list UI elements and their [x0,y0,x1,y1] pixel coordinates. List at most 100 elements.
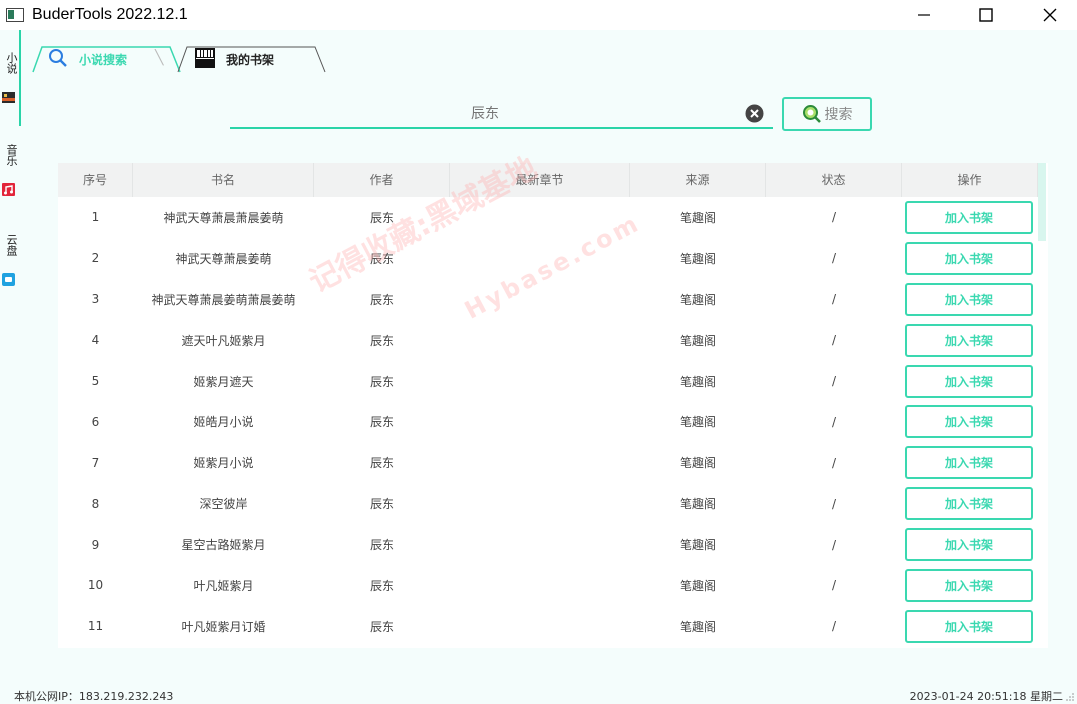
cell-source: 笔趣阁 [679,333,716,348]
add-to-bookshelf-button[interactable]: 加入书架 [905,568,1033,602]
cell-index: 2 [91,251,100,266]
table-header: 序号 书名 作者 最新章节 来源 状态 操作 [58,163,1038,197]
cell-status: / [831,496,837,511]
novel-icon [2,92,15,103]
sidebar-item-music[interactable]: 音乐 [0,144,22,204]
cell-index: 6 [91,414,100,429]
datetime-label: 2023-01-24 20:51:18 星期二 [909,690,1063,703]
search-button[interactable]: 搜索 [782,97,872,131]
column-header-latest[interactable]: 最新章节 [450,163,630,197]
cell-action: 加入书架 [902,568,1038,602]
cell-source: 笔趣阁 [679,210,716,225]
cell-source: 笔趣阁 [679,292,716,307]
close-icon [1043,8,1057,22]
column-header-action[interactable]: 操作 [902,163,1038,197]
cell-action: 加入书架 [902,200,1038,234]
cell-title: 叶凡姬紫月订婚 [181,619,266,634]
tab-close-icon[interactable]: ╲ [155,50,163,66]
table-body: 1 神武天尊萧晨萧晨姜萌 辰东 笔趣阁 / 加入书架 2 神武天尊萧晨姜萌 辰东 笔趣阁 / 加入书架… [58,197,1038,647]
add-to-bookshelf-button[interactable]: 加入书架 [905,609,1033,643]
clear-search-icon[interactable] [745,104,764,123]
cell-status: / [831,455,837,470]
cell-author: 辰东 [369,251,394,266]
add-to-bookshelf-button[interactable]: 加入书架 [905,446,1033,480]
side-navigation: 小说 音乐 云盘 [0,30,22,330]
tab-novel-search[interactable]: 小说搜索 ╲ [30,44,180,74]
cell-action: 加入书架 [902,528,1038,562]
cell-source: 笔趣阁 [679,374,716,389]
scrollbar[interactable] [1038,163,1046,241]
add-to-bookshelf-button[interactable]: 加入书架 [905,364,1033,398]
maximize-button[interactable] [963,0,1009,30]
table-row[interactable]: 1 神武天尊萧晨萧晨姜萌 辰东 笔趣阁 / 加入书架 [58,197,1038,238]
table-row[interactable]: 6 姬皓月小说 辰东 笔趣阁 / 加入书架 [58,401,1038,442]
cell-status: / [831,537,837,552]
title-bar: BuderTools 2022.12.1 [0,0,1077,30]
cell-author: 辰东 [369,210,394,225]
resize-grip-icon[interactable] [1065,692,1075,702]
cell-status: / [831,333,837,348]
cell-index: 10 [87,578,104,593]
column-header-status[interactable]: 状态 [766,163,902,197]
tab-bar: 小说搜索 ╲ 我的书架 [30,44,330,74]
tab-my-bookshelf[interactable]: 我的书架 [180,44,330,74]
results-table: 序号 书名 作者 最新章节 来源 状态 操作 1 神武天尊萧晨萧晨姜萌 辰东 笔趣阁 / 加入书架 2 神… [58,163,1048,648]
add-to-bookshelf-button[interactable]: 加入书架 [905,282,1033,316]
column-header-index[interactable]: 序号 [58,163,133,197]
add-to-bookshelf-button[interactable]: 加入书架 [905,405,1033,439]
cell-index: 3 [91,292,100,307]
window-title: BuderTools 2022.12.1 [32,6,188,23]
column-header-title[interactable]: 书名 [133,163,314,197]
table-row[interactable]: 5 姬紫月遮天 辰东 笔趣阁 / 加入书架 [58,361,1038,402]
table-row[interactable]: 10 叶凡姬紫月 辰东 笔趣阁 / 加入书架 [58,565,1038,606]
add-to-bookshelf-button[interactable]: 加入书架 [905,241,1033,275]
cell-title: 姬皓月小说 [193,415,254,430]
cell-title: 姬紫月遮天 [193,374,254,389]
cell-action: 加入书架 [902,609,1038,643]
minimize-icon [918,14,930,16]
search-input[interactable] [230,100,740,126]
cell-title: 星空古路姬紫月 [181,538,266,553]
cell-title: 遮天叶凡姬紫月 [181,333,266,348]
add-to-bookshelf-button[interactable]: 加入书架 [905,487,1033,521]
public-ip-label: 本机公网IP：183.219.232.243 [14,690,174,703]
table-row[interactable]: 4 遮天叶凡姬紫月 辰东 笔趣阁 / 加入书架 [58,320,1038,361]
cell-source: 笔趣阁 [679,497,716,512]
sidebar-item-novel[interactable]: 小说 [0,52,22,112]
cell-author: 辰东 [369,292,394,307]
add-to-bookshelf-button[interactable]: 加入书架 [905,528,1033,562]
cell-status: / [831,374,837,388]
cell-source: 笔趣阁 [679,578,716,593]
minimize-button[interactable] [901,0,947,30]
table-row[interactable]: 7 姬紫月小说 辰东 笔趣阁 / 加入书架 [58,442,1038,483]
cell-title: 姬紫月小说 [193,456,254,471]
sidebar-item-label: 云盘 [5,234,18,256]
table-row[interactable]: 11 叶凡姬紫月订婚 辰东 笔趣阁 / 加入书架 [58,606,1038,647]
cell-author: 辰东 [369,374,394,389]
cell-title: 叶凡姬紫月 [193,578,254,593]
cell-index: 5 [91,374,100,388]
column-header-author[interactable]: 作者 [314,163,450,197]
cell-author: 辰东 [369,415,394,430]
table-row[interactable]: 2 神武天尊萧晨姜萌 辰东 笔趣阁 / 加入书架 [58,238,1038,279]
column-header-source[interactable]: 来源 [630,163,766,197]
app-icon [6,8,24,22]
search-button-label: 搜索 [824,107,853,123]
table-row[interactable]: 8 深空彼岸 辰东 笔趣阁 / 加入书架 [58,483,1038,524]
sidebar-item-cloud[interactable]: 云盘 [0,234,22,294]
cell-author: 辰东 [369,578,394,593]
add-to-bookshelf-button[interactable]: 加入书架 [905,323,1033,357]
add-to-bookshelf-button[interactable]: 加入书架 [905,200,1033,234]
table-row[interactable]: 9 星空古路姬紫月 辰东 笔趣阁 / 加入书架 [58,524,1038,565]
close-button[interactable] [1027,0,1073,30]
table-row[interactable]: 3 神武天尊萧晨姜萌萧晨姜萌 辰东 笔趣阁 / 加入书架 [58,279,1038,320]
cloud-icon [2,273,15,286]
cell-index: 11 [87,619,104,634]
maximize-icon [979,8,993,22]
cell-source: 笔趣阁 [679,619,716,634]
cell-action: 加入书架 [902,364,1038,398]
cell-index: 8 [91,496,100,511]
cell-status: / [831,619,837,634]
cell-author: 辰东 [369,333,394,348]
sidebar-item-label: 音乐 [5,144,18,166]
